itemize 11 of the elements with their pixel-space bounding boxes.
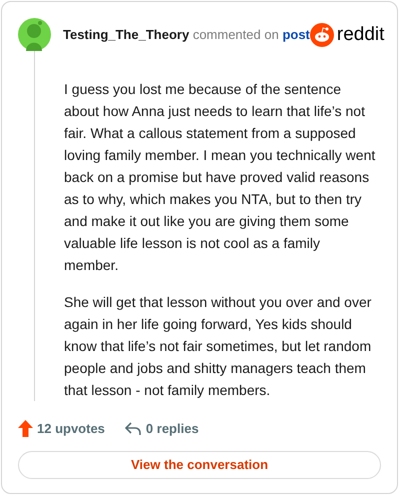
comment-paragraph: I guess you lost me because of the sentence about how Anna just needs to learn that life’s not fair. What a callous statement from a supposed loving family member. I mean you technically went back on a promise but have proved valid reasons as to why, which makes you NTA, but to then try and make it out like you are giving them some valuable life lesson is not cool as a family member. xyxy=(64,80,376,275)
upvote-count: 12 upvotes xyxy=(37,420,105,438)
brand-name: reddit xyxy=(336,25,384,44)
comment-header: Testing_The_Theory commented on post xyxy=(63,26,310,44)
reply-count: 0 replies xyxy=(146,420,199,438)
comment-paragraph: She will get that lesson without you over and over again in her life going forward, Yes kids should know that life’s not fair sometimes, but let random people and jobs and shitty managers teach them that lesson - not family members. xyxy=(64,293,372,400)
upvote-arrow-icon[interactable] xyxy=(18,420,33,438)
reply-arrow-icon[interactable] xyxy=(124,422,141,436)
alien-logo-icon xyxy=(310,22,334,46)
avatar-icon xyxy=(18,18,51,51)
view-conversation-button[interactable]: View the conversation xyxy=(18,450,381,479)
